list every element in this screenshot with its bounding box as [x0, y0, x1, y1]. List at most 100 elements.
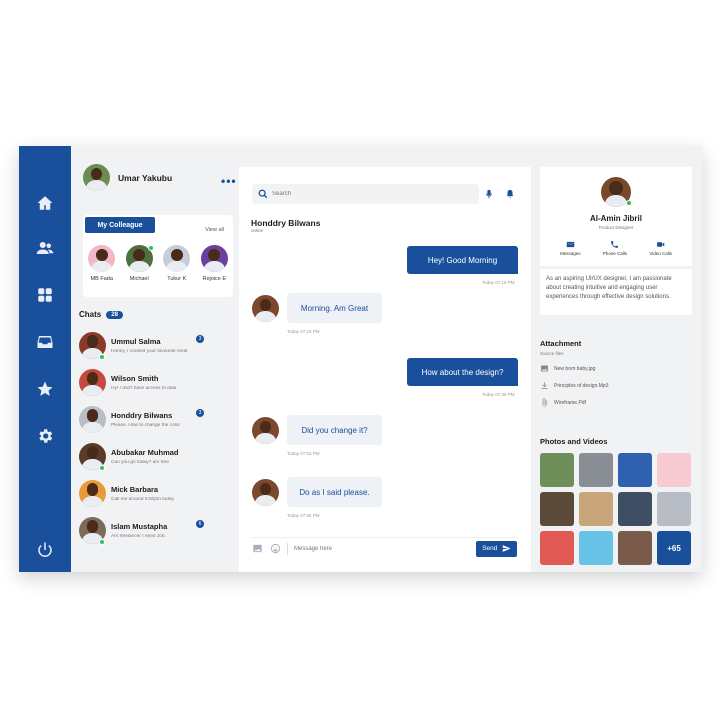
chat-list-item[interactable]: Islam Mustapha Am freelancer I need Job. … — [79, 514, 231, 546]
contact-avatar — [252, 479, 279, 506]
colleague-item[interactable]: MB Fada — [88, 245, 116, 282]
chats-label: Chats — [79, 310, 102, 319]
chat-list-item[interactable]: Abubakar Muhmad Can you go today? am free — [79, 440, 231, 472]
conversation-title: Honddry Bilwans — [251, 218, 321, 228]
colleague-card: My Colleague View all MB Fada Michael Tu… — [83, 215, 233, 297]
colleague-item[interactable]: Michael — [125, 245, 154, 282]
home-icon[interactable] — [33, 191, 57, 215]
online-indicator — [99, 539, 105, 545]
chat-name: Islam Mustapha — [111, 521, 168, 531]
profile-card: Al-Amin Jibril Product Designer Messages… — [540, 167, 692, 266]
chat-list-item[interactable]: Honddry Bilwans Please, How to change the… — [79, 403, 231, 435]
microphone-icon[interactable] — [482, 187, 496, 201]
message-time: Today 07:16 PM — [482, 280, 515, 285]
file-item[interactable]: Principles of design.Mp3 — [540, 381, 608, 390]
video-camera-icon — [657, 242, 665, 247]
media-thumbnail[interactable] — [579, 453, 613, 487]
chat-preview: Call me around 5:00pm today — [111, 496, 174, 502]
online-indicator — [99, 465, 105, 471]
message-outgoing: How about the design? — [407, 358, 518, 386]
chat-list-item[interactable]: Wilson Smith Hy! I don't have access to d… — [79, 366, 231, 398]
search-bar[interactable] — [252, 184, 479, 204]
profile-name: Al-Amin Jibril — [589, 214, 642, 223]
messages-button[interactable]: Messages — [560, 240, 581, 256]
media-thumbnail[interactable] — [579, 531, 613, 565]
contacts-panel: Umar Yakubu ••• My Colleague View all MB… — [71, 146, 237, 572]
star-icon[interactable] — [33, 377, 57, 401]
colleague-avatar — [200, 245, 228, 272]
message-time: Today 07:56 PM — [287, 513, 320, 518]
media-grid: +65 — [540, 453, 692, 565]
unread-badge: 6 — [196, 520, 204, 528]
media-thumbnail[interactable] — [579, 492, 613, 526]
media-thumbnail[interactable] — [618, 492, 652, 526]
chat-preview: Please, How to change the color — [111, 422, 181, 428]
download-icon — [541, 382, 548, 389]
profile-actions: Messages Phone Calls Video Calls — [560, 240, 672, 256]
send-button[interactable]: Send — [476, 540, 517, 557]
chat-preview: Honey, I cooked your favourite meal — [111, 348, 188, 354]
image-file-icon — [541, 365, 548, 372]
unread-badge: 3 — [196, 335, 204, 343]
paperclip-icon — [542, 398, 547, 407]
colleague-avatar — [88, 245, 116, 272]
current-user: Umar Yakubu — [83, 164, 172, 191]
message-input[interactable] — [287, 542, 476, 555]
user-avatar[interactable] — [83, 164, 110, 191]
conversation-panel: Honddry Bilwans online Hey! Good Morning… — [239, 167, 531, 572]
media-thumbnail[interactable] — [540, 492, 574, 526]
message-incoming: Did you change it? — [287, 415, 382, 445]
power-logout-icon[interactable] — [33, 538, 57, 562]
search-input[interactable] — [272, 191, 472, 197]
video-calls-label: Video Calls — [649, 251, 672, 256]
profile-bio: As an aspiring UI/UX designer, I am pass… — [540, 269, 692, 315]
user-name: Umar Yakubu — [118, 172, 173, 183]
media-thumbnail[interactable] — [540, 531, 574, 565]
media-thumbnail[interactable] — [618, 531, 652, 565]
media-thumbnail[interactable] — [657, 492, 691, 526]
emoji-icon[interactable] — [269, 543, 281, 555]
message-time: Today 07:46 PM — [482, 392, 515, 397]
users-icon[interactable] — [33, 236, 57, 260]
colleague-item[interactable]: Tukur K — [163, 245, 191, 282]
inbox-icon[interactable] — [33, 330, 57, 354]
file-name: Wireframe.Pdf — [554, 399, 586, 406]
bell-icon[interactable] — [503, 187, 517, 201]
chat-list-item[interactable]: Mick Barbara Call me around 5:00pm today — [79, 477, 231, 509]
send-arrow-icon — [502, 545, 511, 552]
media-thumbnail[interactable] — [540, 453, 574, 487]
chat-name: Ummul Salma — [111, 336, 161, 346]
image-attach-icon[interactable] — [251, 543, 263, 555]
chat-list-item[interactable]: Ummul Salma Honey, I cooked your favourit… — [79, 329, 231, 361]
attachment-title: Attachment — [540, 339, 582, 348]
more-options-icon[interactable]: ••• — [221, 174, 237, 188]
chat-name: Abubakar Muhmad — [111, 447, 179, 457]
phone-calls-button[interactable]: Phone Calls — [603, 240, 627, 256]
chat-name: Mick Barbara — [111, 484, 159, 494]
video-calls-button[interactable]: Video Calls — [649, 240, 672, 256]
online-indicator — [147, 245, 154, 251]
chat-preview: Hy! I don't have access to data — [111, 385, 177, 391]
view-all-link[interactable]: View all — [205, 227, 224, 233]
message-incoming: Morning. Am Great — [287, 293, 382, 323]
contact-status: online — [251, 228, 264, 233]
colleague-item[interactable]: Rejoice E — [200, 245, 228, 282]
colleague-name: MB Fada — [90, 276, 113, 282]
file-item[interactable]: Wireframe.Pdf — [540, 398, 586, 407]
online-indicator — [626, 200, 632, 206]
photos-videos-title: Photos and Videos — [540, 437, 608, 446]
settings-gear-icon[interactable] — [33, 424, 57, 448]
more-media-button[interactable]: +65 — [657, 531, 691, 565]
chats-count-badge: 28 — [106, 310, 123, 319]
message-composer: Send — [251, 537, 517, 559]
file-item[interactable]: New born baby.jpg — [540, 364, 595, 373]
colleague-name: Michael — [129, 276, 149, 282]
chat-avatar — [79, 479, 106, 507]
file-name: New born baby.jpg — [554, 365, 596, 372]
chat-preview: Can you go today? am free — [111, 459, 169, 465]
media-thumbnail[interactable] — [657, 453, 691, 487]
my-colleague-tab[interactable]: My Colleague — [85, 217, 155, 233]
colleague-list: MB Fada Michael Tukur K Rejoice E — [83, 245, 233, 282]
media-thumbnail[interactable] — [618, 453, 652, 487]
apps-grid-icon[interactable] — [33, 283, 57, 307]
